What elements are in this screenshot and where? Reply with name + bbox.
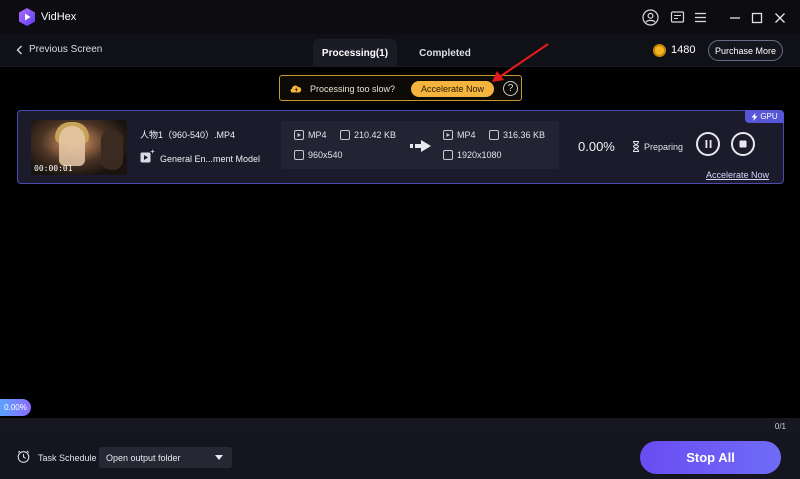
task-percent: 0.00% xyxy=(578,139,615,154)
output-size: 316.36 KB xyxy=(489,130,545,140)
cloud-lightning-icon xyxy=(290,85,302,93)
task-count: 0/1 xyxy=(774,422,786,431)
alarm-clock-icon xyxy=(17,450,30,463)
source-size: 210.42 KB xyxy=(340,130,396,140)
stop-button[interactable] xyxy=(731,132,755,156)
output-resolution: 1920x1080 xyxy=(443,150,502,160)
folder-icon xyxy=(340,130,350,140)
source-format-value: MP4 xyxy=(308,130,327,140)
folder-icon xyxy=(489,130,499,140)
gpu-badge-label: GPU xyxy=(760,112,778,121)
overall-progress-bar xyxy=(0,418,800,433)
output-resolution-value: 1920x1080 xyxy=(457,150,502,160)
menu-icon[interactable] xyxy=(692,9,709,26)
chevron-left-icon xyxy=(16,45,22,54)
credits-count: 1480 xyxy=(671,44,696,56)
output-format: MP4 xyxy=(443,130,476,140)
minimize-icon[interactable] xyxy=(726,9,743,26)
ai-model-icon xyxy=(140,149,155,163)
app-logo-icon xyxy=(19,8,35,26)
purchase-more-button[interactable]: Purchase More xyxy=(708,40,783,61)
video-file-icon xyxy=(443,130,453,140)
tab-completed[interactable]: Completed xyxy=(404,39,486,67)
output-format-value: MP4 xyxy=(457,130,476,140)
account-icon[interactable] xyxy=(642,9,659,26)
resolution-icon xyxy=(294,150,304,160)
task-schedule-label: Task Schedule xyxy=(38,453,97,463)
annotation-arrow xyxy=(492,43,549,82)
app-title: VidHex xyxy=(41,11,77,23)
footer-bar: Task Schedule Open output folder Stop Al… xyxy=(0,433,800,479)
resolution-icon xyxy=(443,150,453,160)
schedule-select-value: Open output folder xyxy=(106,452,181,463)
feedback-icon[interactable] xyxy=(669,9,686,26)
video-thumbnail[interactable]: 00:00:01 xyxy=(31,120,127,175)
model-name: General En...ment Model xyxy=(160,154,261,164)
file-name: 人物1（960-540）.MP4 xyxy=(140,130,236,140)
previous-screen-label: Previous Screen xyxy=(29,44,103,55)
notice-text: Processing too slow? xyxy=(310,84,396,94)
source-resolution-value: 960x540 xyxy=(308,150,343,160)
coin-icon xyxy=(653,44,666,57)
tab-processing[interactable]: Processing(1) xyxy=(313,39,397,67)
maximize-icon[interactable] xyxy=(748,9,765,26)
stop-icon xyxy=(739,140,747,148)
video-file-icon xyxy=(294,130,304,140)
accelerate-now-button[interactable]: Accelerate Now xyxy=(411,81,494,97)
stop-all-button[interactable]: Stop All xyxy=(640,441,781,474)
nav-bar: Previous Screen Processing(1) Completed … xyxy=(0,34,800,67)
gpu-badge: GPU xyxy=(745,110,784,123)
pause-icon xyxy=(705,140,711,148)
output-size-value: 316.36 KB xyxy=(503,130,546,140)
source-format: MP4 xyxy=(294,130,327,140)
source-size-value: 210.42 KB xyxy=(354,130,397,140)
title-bar: VidHex xyxy=(0,0,800,34)
task-status-label: Preparing xyxy=(644,141,684,152)
overall-progress-badge: 0.00% xyxy=(0,399,31,416)
convert-arrow-icon xyxy=(410,140,431,152)
hourglass-icon xyxy=(632,141,640,152)
task-card: GPU 00:00:01 人物1（960-540）.MP4 General En… xyxy=(17,110,784,184)
task-status: Preparing xyxy=(632,141,683,152)
caret-down-icon xyxy=(215,455,223,460)
schedule-select[interactable]: Open output folder xyxy=(99,447,232,468)
thumbnail-timestamp: 00:00:01 xyxy=(34,164,73,173)
source-resolution: 960x540 xyxy=(294,150,343,160)
accelerate-now-link[interactable]: Accelerate Now xyxy=(706,170,769,180)
close-icon[interactable] xyxy=(771,9,788,26)
lightning-icon xyxy=(751,112,758,121)
previous-screen-button[interactable]: Previous Screen xyxy=(16,44,102,55)
spec-panel: MP4 210.42 KB 960x540 MP4 316.36 KB 1920… xyxy=(281,121,559,169)
pause-button[interactable] xyxy=(696,132,720,156)
